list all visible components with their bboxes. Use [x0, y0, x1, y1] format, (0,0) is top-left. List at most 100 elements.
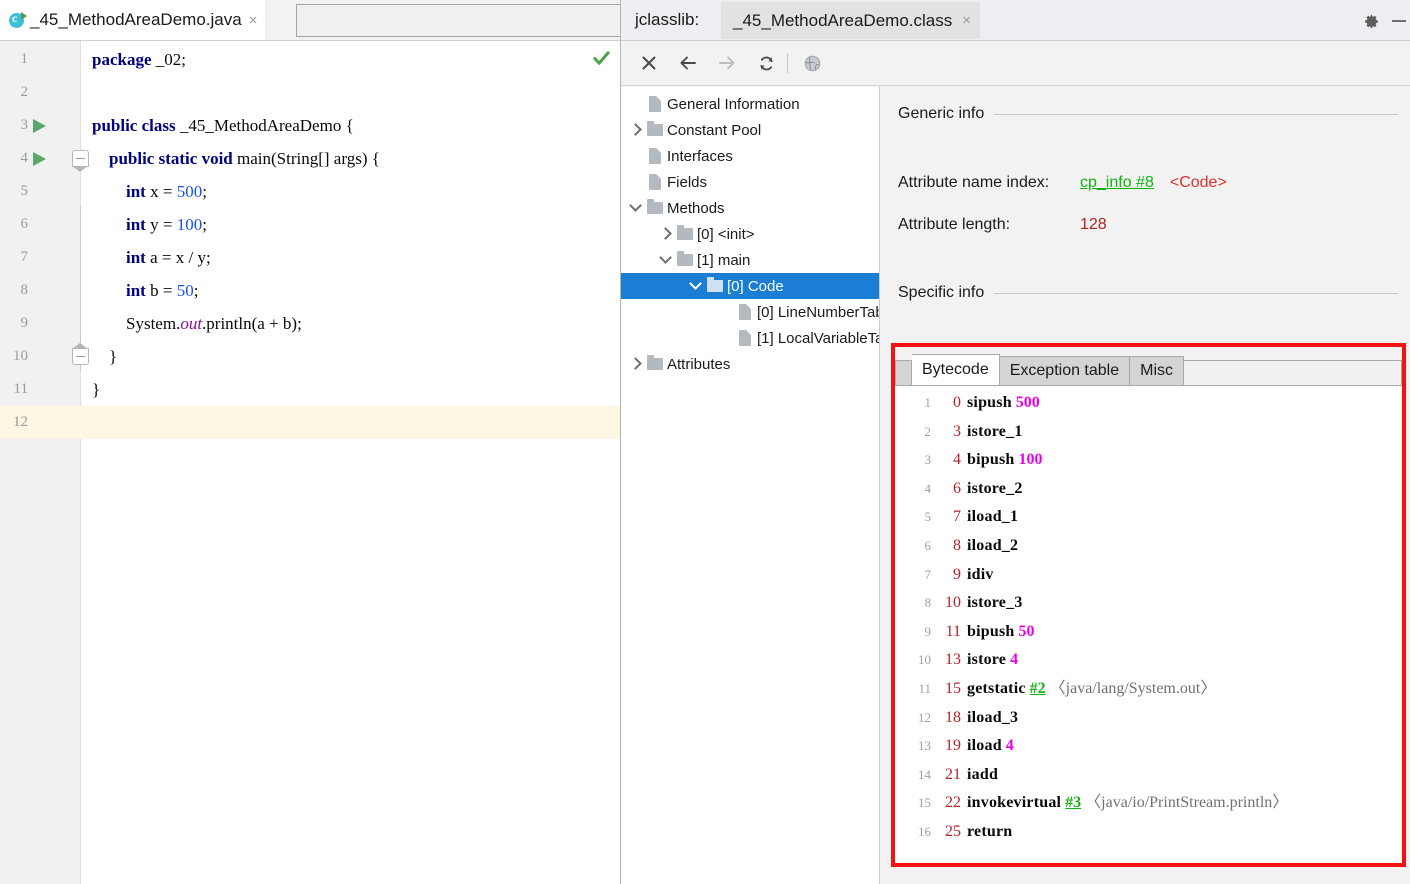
bytecode-instruction-list[interactable]: 1 0 sipush 500 2 3 istore_1 3 4 bipush 100 4 6 isto…: [895, 385, 1402, 863]
code-fold-icon[interactable]: [72, 343, 89, 365]
green-check-icon: [593, 51, 610, 65]
code-line[interactable]: 9 System.out.println(a + b);: [0, 307, 620, 340]
run-icon[interactable]: [33, 119, 46, 133]
bytecode-row[interactable]: 11 15 getstatic #2 〈java/lang/System.out〉: [895, 675, 1402, 704]
chevron-right-icon[interactable]: [627, 117, 645, 143]
code-line[interactable]: 2: [0, 76, 620, 109]
browse-icon[interactable]: [797, 48, 827, 78]
chevron-right-icon[interactable]: [627, 351, 645, 377]
back-icon[interactable]: [673, 48, 703, 78]
line-number: 3: [20, 117, 29, 133]
bytecode-row[interactable]: 3 4 bipush 100: [895, 446, 1402, 475]
file-icon: [735, 299, 757, 325]
specific-info-heading-text: Specific info: [898, 284, 985, 301]
reload-icon[interactable]: [751, 48, 781, 78]
bytecode-row[interactable]: 16 25 return: [895, 818, 1402, 847]
editor-tab-empty-field[interactable]: [296, 4, 620, 37]
bytecode-row-number: 2: [924, 423, 932, 439]
tree-item-fields[interactable]: Fields: [621, 169, 879, 195]
close-icon[interactable]: ×: [249, 13, 258, 28]
folder-icon: [645, 351, 667, 377]
constant-pool-ref-link[interactable]: #3: [1065, 794, 1081, 811]
code-fold-icon[interactable]: [72, 150, 89, 172]
chevron-down-icon[interactable]: [687, 273, 705, 299]
bytecode-row[interactable]: 10 13 istore 4: [895, 646, 1402, 675]
section-rule: [994, 113, 1398, 115]
forward-icon[interactable]: [712, 48, 742, 78]
bytecode-row-number: 13: [918, 738, 931, 754]
tree-item-interfaces[interactable]: Interfaces: [621, 143, 879, 169]
bytecode-offset: 10: [945, 594, 961, 612]
bytecode-row[interactable]: 13 19 iload 4: [895, 732, 1402, 761]
specific-info-heading: Specific info: [898, 284, 1398, 302]
tab-strip-stub: [895, 360, 912, 385]
editor-tab-java-file[interactable]: _45_MethodAreaDemo.java ×: [0, 0, 266, 40]
tab-strip-filler: [1184, 360, 1402, 385]
tree-item-attributes[interactable]: Attributes: [621, 351, 879, 377]
folder-icon: [645, 195, 667, 221]
bytecode-offset: 4: [953, 451, 961, 469]
bytecode-row-number: 3: [924, 452, 932, 468]
bytecode-row[interactable]: 6 8 iload_2: [895, 532, 1402, 561]
bytecode-row[interactable]: 7 9 idiv: [895, 561, 1402, 590]
tool-window-tab-class-file[interactable]: _45_MethodAreaDemo.class ×: [721, 2, 980, 39]
bytecode-row[interactable]: 15 22 invokevirtual #3 〈java/io/PrintStrea…: [895, 789, 1402, 818]
bytecode-row[interactable]: 8 10 istore_3: [895, 589, 1402, 618]
minimize-icon[interactable]: [1388, 10, 1410, 32]
bytecode-row[interactable]: 9 11 bipush 50: [895, 618, 1402, 647]
tab-bytecode[interactable]: Bytecode: [912, 354, 1000, 385]
generic-info-heading: Generic info: [898, 105, 1398, 123]
bytecode-row[interactable]: 4 6 istore_2: [895, 475, 1402, 504]
bytecode-row[interactable]: 2 3 istore_1: [895, 418, 1402, 447]
code-line[interactable]: 3 public class _45_MethodAreaDemo {: [0, 109, 620, 142]
tree-item-1-localvariabletable[interactable]: [1] LocalVariableTable: [621, 325, 879, 351]
code-line[interactable]: 7 int a = x / y;: [0, 241, 620, 274]
bytecode-offset: 11: [945, 622, 961, 640]
code-line[interactable]: 10 }: [0, 340, 620, 373]
tab-misc[interactable]: Misc: [1130, 356, 1185, 385]
chevron-right-icon[interactable]: [657, 221, 675, 247]
tree-item-label: Attributes: [667, 355, 731, 373]
folder-icon: [645, 117, 667, 143]
attribute-length-value: 128: [1080, 216, 1107, 233]
tree-item-1-main[interactable]: [1] main: [621, 247, 879, 273]
generic-info-heading-text: Generic info: [898, 105, 985, 122]
line-number: 7: [20, 249, 29, 265]
code-line[interactable]: 1 package _02;: [0, 43, 620, 76]
bytecode-row[interactable]: 14 21 iadd: [895, 761, 1402, 790]
bytecode-signature: 〈java/lang/System.out〉: [1049, 680, 1217, 697]
run-icon[interactable]: [33, 152, 46, 166]
bytecode-row[interactable]: 5 7 iload_1: [895, 503, 1402, 532]
line-number: 5: [20, 183, 29, 199]
code-line[interactable]: 6 int y = 100;: [0, 208, 620, 241]
tree-item-methods[interactable]: Methods: [621, 195, 879, 221]
tree-item-constant-pool[interactable]: Constant Pool: [621, 117, 879, 143]
editor-tab-label: _45_MethodAreaDemo.java: [30, 10, 242, 29]
tree-item-0-linenumbertable[interactable]: [0] LineNumberTable: [621, 299, 879, 325]
code-line[interactable]: 4 public static void main(String[] args)…: [0, 142, 620, 175]
bytecode-row-number: 12: [918, 709, 931, 725]
code-line[interactable]: 8 int b = 50;: [0, 274, 620, 307]
bytecode-row[interactable]: 1 0 sipush 500: [895, 389, 1402, 418]
tree-item-general-information[interactable]: General Information: [621, 91, 879, 117]
bytecode-instruction: iload_2: [967, 532, 1018, 561]
class-structure-tree[interactable]: General Information Constant Pool Interfac…: [621, 87, 880, 884]
code-line[interactable]: 12: [0, 406, 620, 439]
chevron-down-icon[interactable]: [627, 195, 645, 221]
cp-info-link[interactable]: cp_info #8: [1080, 174, 1154, 192]
file-icon: [645, 91, 667, 117]
bytecode-row-number: 4: [924, 480, 932, 496]
tree-item-0-code[interactable]: [0] Code: [621, 273, 879, 299]
chevron-down-icon[interactable]: [657, 247, 675, 273]
tree-item-0-init[interactable]: [0] <init>: [621, 221, 879, 247]
tab-exception-table[interactable]: Exception table: [999, 356, 1131, 385]
close-icon[interactable]: ×: [962, 13, 971, 28]
close-icon[interactable]: [634, 48, 664, 78]
code-line[interactable]: 11}: [0, 373, 620, 406]
gear-icon[interactable]: [1360, 10, 1382, 32]
bytecode-instruction: iload_3: [967, 704, 1018, 733]
code-line[interactable]: 5 int x = 500;: [0, 175, 620, 208]
bytecode-row[interactable]: 12 18 iload_3: [895, 704, 1402, 733]
editor-tab-bar: _45_MethodAreaDemo.java ×: [0, 0, 620, 41]
constant-pool-ref-link[interactable]: #2: [1030, 680, 1046, 697]
